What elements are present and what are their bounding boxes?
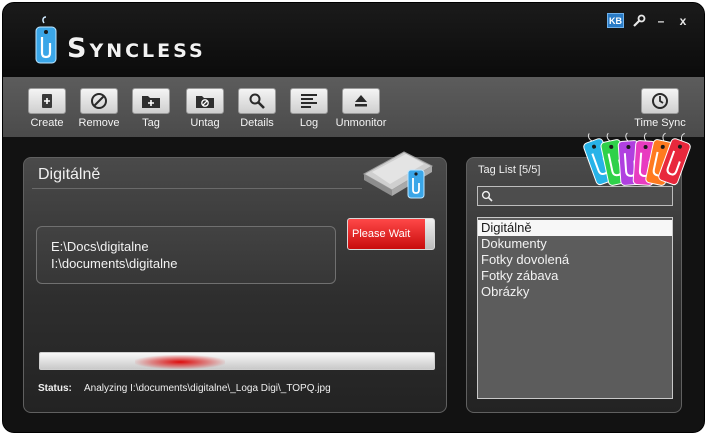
create-file-icon: [28, 88, 66, 114]
tag-list-item[interactable]: Fotky dovolená: [478, 252, 672, 268]
folder-paths-box: E:\Docs\digitalne I:\documents\digitalne: [36, 226, 336, 284]
magnifier-icon: [238, 88, 276, 114]
remove-label: Remove: [78, 117, 120, 129]
clock-icon: [641, 88, 679, 114]
kb-badge[interactable]: KB: [607, 13, 624, 28]
app-title: Syncless: [67, 33, 206, 64]
please-wait-button[interactable]: Please Wait: [347, 218, 435, 250]
window-controls: KB – x: [607, 13, 690, 28]
eject-icon: [342, 88, 380, 114]
title-bar[interactable]: Syncless KB – x: [3, 3, 704, 77]
toolbar: Create Remove Tag Untag Details Log Unmo…: [3, 77, 704, 137]
tag-list[interactable]: Digitálně Dokumenty Fotky dovolená Fotky…: [477, 217, 673, 399]
folder-tag-graphic-icon: [362, 151, 434, 199]
time-sync-label: Time Sync: [634, 117, 686, 129]
log-button[interactable]: Log: [283, 88, 335, 129]
unmonitor-label: Unmonitor: [335, 117, 387, 129]
log-lines-icon: [290, 88, 328, 114]
untag-button[interactable]: Untag: [179, 88, 231, 129]
progress-indicator: [135, 355, 225, 369]
untag-label: Untag: [190, 117, 220, 129]
tag-details-panel: Digitálně E:\Docs\digitalne I:\documents…: [23, 151, 447, 413]
minimize-button[interactable]: –: [654, 14, 668, 28]
details-label: Details: [240, 117, 274, 129]
time-sync-button[interactable]: Time Sync: [634, 88, 686, 129]
panel-title: Digitálně: [38, 166, 101, 183]
colored-tags-decoration-icon: [583, 132, 691, 186]
tag-list-item[interactable]: Obrázky: [478, 284, 672, 300]
unmonitor-button[interactable]: Unmonitor: [335, 88, 387, 129]
tag-list-item[interactable]: Fotky zábava: [478, 268, 672, 284]
please-wait-label: Please Wait: [352, 228, 411, 240]
create-button[interactable]: Create: [21, 88, 73, 129]
status-text: Analyzing I:\documents\digitalne\_Loga D…: [84, 383, 331, 394]
app-window: Syncless KB – x Create Remove Tag Untag …: [2, 2, 705, 433]
tag-label: Tag: [142, 117, 160, 129]
log-label: Log: [299, 117, 319, 129]
search-icon: [481, 190, 493, 202]
tag-list-item[interactable]: Dokumenty: [478, 236, 672, 252]
details-button[interactable]: Details: [231, 88, 283, 129]
tag-button[interactable]: Tag: [125, 88, 177, 129]
remove-button[interactable]: Remove: [73, 88, 125, 129]
close-button[interactable]: x: [676, 14, 690, 28]
create-label: Create: [30, 117, 64, 129]
remove-circle-icon: [80, 88, 118, 114]
folder-path: I:\documents\digitalne: [51, 256, 178, 271]
wrench-icon[interactable]: [632, 14, 646, 28]
untag-folder-icon: [186, 88, 224, 114]
status-label: Status:: [38, 383, 72, 394]
tag-list-title: Tag List [5/5]: [478, 164, 541, 176]
tag-logo-icon: [35, 16, 57, 64]
title-divider: [32, 188, 362, 189]
tag-list-item[interactable]: Digitálně: [478, 220, 672, 236]
folder-path: E:\Docs\digitalne: [51, 239, 149, 254]
analysis-progress-bar: [39, 352, 435, 370]
tag-folder-icon: [132, 88, 170, 114]
